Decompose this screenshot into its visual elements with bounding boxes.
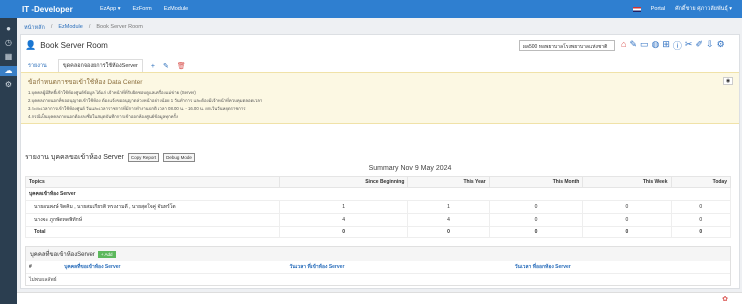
rules-alert: ข้อกำหนดการขอเข้าใช้ห้อง Data Center ◉ 1… — [21, 72, 739, 124]
col-person[interactable]: บุคคลที่ขอเข้าห้อง Server — [61, 261, 287, 274]
copy-report-button[interactable]: Copy Report — [127, 153, 160, 162]
row-topic: นายอนพงษ์ จิตคิม , นายสมเกียรติ ทรงงามดี… — [25, 200, 280, 214]
col-year: This Year — [407, 176, 490, 188]
col-since: Since Beginning — [278, 176, 409, 188]
sidebar: ☰ ● ◷ ▦ ☁ ⚙ — [0, 0, 17, 304]
users-title: บุคคลที่ขอเข้าห้องServer — [30, 252, 95, 258]
tab-bar: รายงาน ขุดคลอกจองยการใช้ห้องServer + ✎ 🗑 — [25, 59, 186, 73]
table-row: นายอนพงษ์ จิตคิม , นายสมเกียรติ ทรงงามดี… — [25, 200, 731, 214]
clock-icon[interactable]: ◷ — [3, 38, 14, 48]
rule-item: 2.บุคคลภายนอกที่ขออนุญาตเข้าใช้ห้อง ต้อง… — [28, 98, 263, 103]
footer-bar: ✿ — [17, 292, 742, 304]
trash-icon[interactable]: 🗑 — [177, 62, 186, 70]
nav-ezapp[interactable]: EzApp ▾ — [100, 6, 121, 12]
col-index: # — [26, 261, 62, 274]
gear-icon[interactable]: ⚙ — [3, 80, 14, 90]
rule-item: 1.บุคคลผู้มีสิทธิ์เข้าใช้ห้องศูนย์ข้อมูล… — [28, 90, 196, 95]
col-week: This Week — [582, 176, 672, 188]
cell[interactable]: 0 — [488, 200, 584, 214]
total-row: Total 0 0 0 0 0 — [25, 226, 731, 238]
add-icon[interactable]: + — [151, 63, 155, 70]
download-icon[interactable]: ⇩ — [706, 39, 714, 52]
user-menu[interactable]: ศักดิ์ชาย ศุภาวลัยพันธุ์ ▾ — [675, 5, 732, 13]
col-checkout[interactable]: วันเวลา ที่ออกห้อง Server — [511, 261, 730, 274]
language-flag-icon[interactable] — [632, 6, 641, 12]
breadcrumb: หน้าหลัก / EzModule / Book Server Room — [24, 24, 143, 32]
group-row: บุคคลเข้าห้อง Server — [25, 187, 731, 201]
breadcrumb-separator: / — [88, 24, 91, 30]
col-today: Today — [670, 176, 731, 188]
add-button[interactable]: + Add — [97, 250, 116, 258]
rule-item: 3.ระยะเวลาการเข้าใช้ห้องศูนย์ วันและเวลา… — [28, 106, 246, 111]
sitemap-icon[interactable]: ⊞ — [662, 39, 670, 52]
brand[interactable]: IT -Developer — [0, 5, 100, 14]
summary-table: Topics Since Beginning This Year This Mo… — [25, 176, 731, 238]
cell[interactable]: 0 — [670, 213, 731, 227]
cloud-icon[interactable]: ☁ — [0, 66, 17, 76]
empty-message: ไม่พบผลลัพธ์ — [29, 277, 57, 283]
cell[interactable]: 4 — [278, 213, 409, 227]
pencil-icon[interactable]: ✐ — [695, 39, 703, 52]
nav-ezmodule[interactable]: EzModule — [164, 6, 188, 12]
total-label: Total — [25, 226, 280, 238]
cell[interactable]: 0 — [582, 213, 672, 227]
monitor-icon[interactable]: ▭ — [640, 39, 649, 52]
user-icon[interactable]: ● — [3, 24, 14, 34]
cell: 0 — [278, 226, 409, 238]
toolbar-icons: ⌂ ✎ ▭ ◍ ⊞ ⓘ ✂ ✐ ⇩ ⚙ — [621, 39, 725, 52]
report-title: รายงาน บุคคลขอเข้าห้อง Server — [25, 154, 124, 161]
cell: 0 — [407, 226, 490, 238]
cell[interactable]: 1 — [278, 200, 409, 214]
settings-icon[interactable]: ⚙ — [717, 39, 725, 52]
report-header: รายงาน บุคคลขอเข้าห้อง Server Copy Repor… — [25, 152, 195, 163]
col-checkin[interactable]: วันเวลา ที่เข้าห้อง Server — [286, 261, 512, 274]
nav-ezform[interactable]: EzForm — [133, 6, 152, 12]
users-table: # บุคคลที่ขอเข้าห้อง Server วันเวลา ที่เ… — [26, 261, 730, 286]
cell[interactable]: 0 — [488, 213, 584, 227]
summary-title: Summary Nov 9 May 2024 — [368, 165, 452, 172]
rule-item: 4.กรณีเป็นบุคคลภายนอกต้องลงชื่อในสมุดบัน… — [28, 114, 178, 119]
edit-icon[interactable]: ✎ — [163, 62, 169, 70]
cell[interactable]: 0 — [670, 200, 731, 214]
info-icon[interactable]: ⓘ — [673, 39, 682, 52]
site-select[interactable]: ผล500 หอพยาบาลโรงพยาบาลแห่งชาติ — [519, 40, 615, 51]
col-month: This Month — [488, 176, 584, 188]
grid-icon[interactable]: ▦ — [3, 52, 14, 62]
breadcrumb-current: Book Server Room — [96, 24, 143, 30]
cell[interactable]: 4 — [407, 213, 490, 227]
cell: 0 — [488, 226, 584, 238]
module-avatar-icon: 👤 — [25, 39, 37, 50]
users-panel: บุคคลที่ขอเข้าห้องServer + Add # บุคคลที… — [25, 246, 731, 286]
module-card: 👤 Book Server Room ผล500 หอพยาบาลโรงพยาบ… — [20, 34, 740, 289]
globe-icon[interactable]: ◍ — [652, 39, 660, 52]
tab-report[interactable]: รายงาน — [25, 60, 50, 73]
eye-icon[interactable]: ◉ — [723, 77, 733, 85]
top-navbar: IT -Developer EzApp ▾ EzForm EzModule Po… — [0, 0, 742, 18]
cell[interactable]: 1 — [407, 200, 490, 214]
cell[interactable]: 0 — [582, 200, 672, 214]
tools-icon[interactable]: ✂ — [685, 39, 693, 52]
tab-booking[interactable]: ขุดคลอกจองยการใช้ห้องServer — [57, 59, 143, 73]
breadcrumb-ezmodule[interactable]: EzModule — [58, 24, 82, 32]
debug-mode-button[interactable]: Debug Mode — [163, 153, 195, 162]
col-topics: Topics — [25, 176, 280, 188]
wrench-icon[interactable]: ✎ — [629, 39, 637, 52]
portal-link[interactable]: Portal — [651, 6, 665, 12]
logo-icon: ✿ — [722, 296, 728, 303]
home-icon[interactable]: ⌂ — [621, 39, 626, 52]
cell: 0 — [582, 226, 672, 238]
breadcrumb-separator: / — [50, 24, 53, 30]
cell: 0 — [670, 226, 731, 238]
alert-title: ข้อกำหนดการขอเข้าใช้ห้อง Data Center — [28, 79, 143, 86]
page-title: Book Server Room — [40, 40, 108, 50]
breadcrumb-home[interactable]: หน้าหลัก — [24, 24, 45, 32]
table-row: นางจะ ภูกพัดทดพิทักษ์ 4 4 0 0 0 — [25, 213, 731, 227]
row-topic: นางจะ ภูกพัดทดพิทักษ์ — [25, 213, 280, 227]
